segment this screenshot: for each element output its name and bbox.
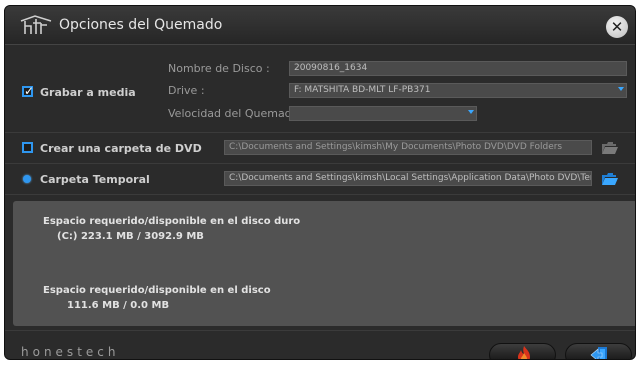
checkmark-icon: ✓ — [24, 84, 35, 98]
disk-space-panel: Espacio requerido/disponible en el disco… — [13, 201, 635, 326]
drive-select-value: F: MATSHITA BD-MLT LF-PB371 — [294, 85, 431, 95]
hdd-space-heading: Espacio requerido/disponible en el disco… — [43, 216, 301, 227]
brand-label: honestech — [21, 345, 120, 359]
titlebar: Opciones del Quemado ✕ — [5, 6, 635, 45]
close-button[interactable]: ✕ — [606, 16, 628, 38]
hdd-space-value: (C:) 223.1 MB / 3092.9 MB — [57, 231, 204, 242]
temp-folder-section: Carpeta Temporal C:\Documents and Settin… — [5, 164, 635, 195]
folder-icon[interactable] — [602, 173, 618, 185]
create-dvd-folder-checkbox[interactable] — [22, 142, 33, 153]
disc-name-label: Nombre de Disco : — [168, 62, 270, 75]
burn-speed-select[interactable] — [289, 106, 477, 121]
close-icon: ✕ — [610, 18, 624, 36]
burn-button[interactable] — [489, 343, 556, 359]
folder-icon[interactable] — [602, 142, 618, 154]
chevron-down-icon — [618, 87, 624, 91]
disc-space-value: 111.6 MB / 0.0 MB — [67, 300, 170, 311]
burn-speed-label: Velocidad del Quemado : — [168, 107, 306, 120]
temp-folder-path-field[interactable]: C:\Documents and Settings\kimsh\Local Se… — [224, 171, 592, 186]
create-dvd-folder-label: Crear una carpeta de DVD — [40, 142, 202, 155]
disc-space-heading: Espacio requerido/disponible en el disco — [43, 285, 271, 296]
chevron-down-icon — [468, 110, 474, 114]
drive-label: Drive : — [168, 84, 205, 97]
disc-name-field[interactable]: 20090816_1634 — [289, 61, 627, 76]
burn-section: ✓ Grabar a media Nombre de Disco : 20090… — [5, 45, 635, 133]
dvd-folder-path-field[interactable]: C:\Documents and Settings\kimsh\My Docum… — [224, 140, 592, 155]
burn-to-media-checkbox[interactable]: ✓ — [22, 84, 35, 98]
footer: honestech — [5, 330, 635, 359]
window-title: Opciones del Quemado — [59, 17, 223, 33]
temp-folder-radio[interactable] — [23, 175, 31, 183]
burn-options-window: Opciones del Quemado ✕ ✓ Grabar a media … — [4, 5, 636, 360]
dvd-folder-section: Crear una carpeta de DVD C:\Documents an… — [5, 133, 635, 164]
exit-button[interactable] — [565, 343, 632, 359]
temp-folder-label: Carpeta Temporal — [40, 173, 150, 186]
flame-icon — [518, 346, 530, 359]
exit-icon — [590, 347, 607, 359]
honestech-logo-icon — [20, 15, 52, 34]
drive-select[interactable]: F: MATSHITA BD-MLT LF-PB371 — [289, 83, 627, 98]
burn-to-media-label: Grabar a media — [40, 86, 136, 99]
